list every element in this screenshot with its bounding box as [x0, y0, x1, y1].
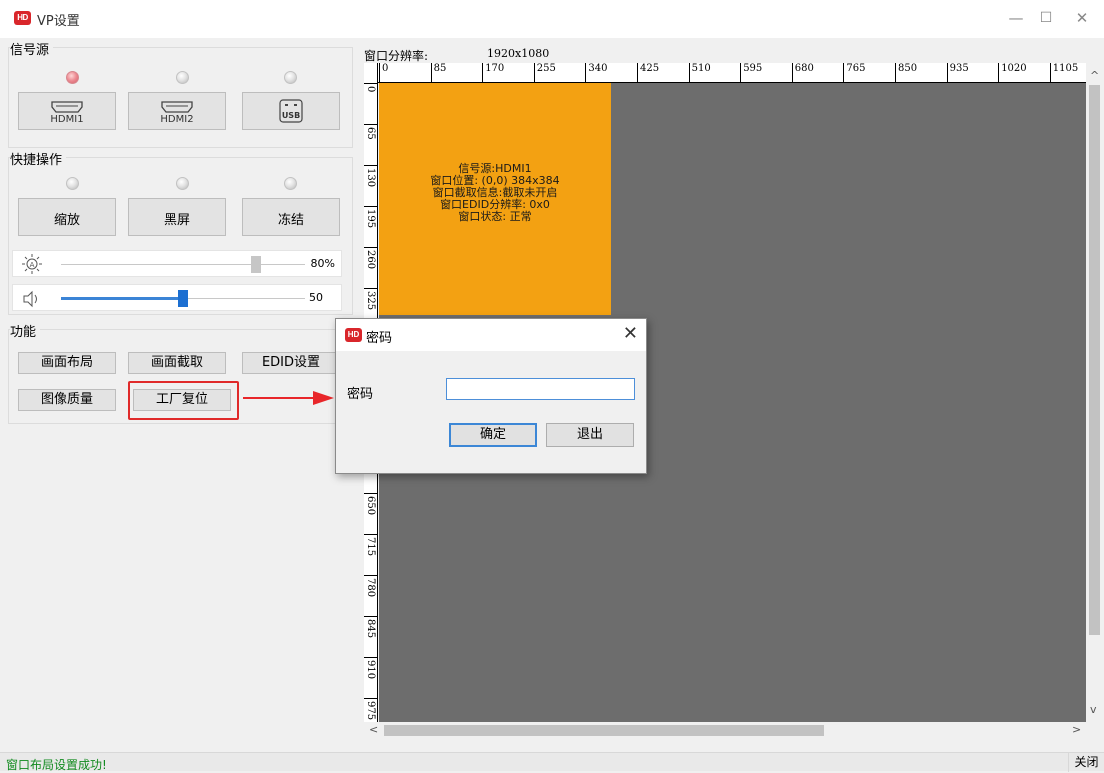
pointer-arrow-icon	[243, 391, 334, 405]
v-ruler-tick: 845	[364, 616, 378, 657]
svg-text:A: A	[30, 261, 35, 269]
h-ruler-tick: 425	[637, 63, 659, 82]
hdmi1-label: HDMI1	[50, 114, 84, 125]
factory-reset-highlight	[128, 381, 239, 420]
scroll-right-icon[interactable]: >	[1072, 723, 1081, 736]
zoom-indicator-icon	[66, 177, 79, 190]
dialog-title-bar[interactable]: HD 密码 ✕	[336, 319, 646, 351]
source-group-label: 信号源	[10, 39, 54, 58]
exit-button[interactable]: 退出	[546, 423, 634, 447]
quick-group-label: 快捷操作	[10, 149, 67, 168]
confirm-button[interactable]: 确定	[449, 423, 537, 447]
maximize-button[interactable]: ☐	[1030, 6, 1062, 30]
scroll-down-icon[interactable]: v	[1090, 703, 1097, 716]
freeze-button[interactable]: 冻结	[242, 198, 340, 236]
dialog-logo-icon: HD	[345, 328, 362, 342]
scroll-up-icon[interactable]: ^	[1090, 69, 1099, 82]
v-ruler-tick: 910	[364, 657, 378, 698]
h-ruler-tick: 765	[843, 63, 865, 82]
h-ruler-tick: 595	[740, 63, 762, 82]
v-ruler-tick: 780	[364, 575, 378, 616]
scroll-left-icon[interactable]: <	[369, 723, 378, 736]
password-input[interactable]	[446, 378, 635, 400]
brightness-value: 80%	[310, 257, 335, 270]
hdmi2-label: HDMI2	[160, 114, 194, 125]
function-group-label: 功能	[10, 321, 41, 340]
freeze-button-label: 冻结	[277, 213, 304, 228]
usb-source-button[interactable]: USB	[242, 92, 340, 130]
source-group-line	[8, 47, 353, 48]
close-button[interactable]: 关闭	[1068, 753, 1104, 772]
window-info: 信号源:HDMI1 窗口位置: (0,0) 384x384 窗口截取信息:截取未…	[379, 163, 611, 223]
h-ruler-tick: 935	[946, 63, 969, 82]
speaker-icon	[23, 290, 37, 308]
capture-button[interactable]: 画面截取	[128, 352, 226, 374]
hdmi-port-icon	[161, 101, 193, 113]
dialog-close-icon[interactable]: ✕	[623, 323, 638, 344]
h-ruler-tick: 85	[430, 63, 446, 82]
close-window-button[interactable]: ✕	[1066, 6, 1098, 30]
volume-value: 50	[309, 291, 323, 304]
vp-settings-window: HD VP设置 — ☐ ✕ 信号源 HDMI1 HDMI2 USB 快捷操作 缩…	[0, 0, 1104, 772]
volume-thumb[interactable]	[178, 290, 188, 307]
h-ruler-tick: 1105	[1049, 63, 1078, 82]
v-ruler-tick: 195	[364, 206, 378, 247]
h-ruler-tick: 340	[585, 63, 607, 82]
title-bar[interactable]: HD VP设置 — ☐ ✕	[0, 0, 1104, 38]
volume-fill	[61, 297, 183, 300]
window-title: VP设置	[37, 14, 80, 29]
auto-brightness-icon: A	[22, 254, 42, 274]
status-message: 窗口布局设置成功!	[6, 758, 107, 772]
v-ruler-tick: 0	[364, 83, 378, 124]
v-ruler-tick: 715	[364, 534, 378, 575]
image-quality-button[interactable]: 图像质量	[18, 389, 116, 411]
h-ruler-tick: 680	[791, 63, 814, 82]
usb-label: USB	[281, 111, 301, 120]
hdmi-port-icon	[51, 101, 83, 113]
function-group-line	[8, 329, 353, 330]
h-ruler-tick: 0	[379, 63, 388, 82]
app-logo-icon: HD	[14, 11, 31, 25]
v-ruler-tick: 130	[364, 165, 378, 206]
brightness-track	[61, 264, 305, 265]
vertical-scroll-thumb[interactable]	[1089, 85, 1100, 635]
v-ruler-tick: 65	[364, 124, 378, 165]
password-dialog: HD 密码 ✕ 密码 确定 退出	[335, 318, 647, 474]
blackout-button-label: 黑屏	[163, 213, 190, 228]
volume-slider[interactable]: 50	[12, 284, 342, 311]
vertical-scrollbar[interactable]: ^ v	[1086, 63, 1103, 722]
window-state: 窗口状态: 正常	[458, 210, 532, 223]
h-ruler-tick: 510	[688, 63, 711, 82]
resolution-label: 窗口分辨率:	[364, 49, 429, 63]
edid-settings-button[interactable]: EDID设置	[242, 352, 340, 374]
brightness-slider[interactable]: A 80%	[12, 250, 342, 277]
resolution-value: 1920x1080	[487, 47, 550, 60]
h-ruler-tick: 170	[482, 63, 504, 82]
usb-indicator-icon	[284, 71, 297, 84]
zoom-button[interactable]: 缩放	[18, 198, 116, 236]
blackout-button[interactable]: 黑屏	[128, 198, 226, 236]
v-ruler-tick: 260	[364, 247, 378, 288]
horizontal-scrollbar[interactable]: < >	[364, 722, 1086, 739]
minimize-button[interactable]: —	[1000, 6, 1032, 30]
horizontal-scroll-thumb[interactable]	[384, 725, 824, 736]
status-bar: 窗口布局设置成功! 关闭	[0, 752, 1104, 772]
password-label: 密码	[347, 387, 374, 402]
hdmi1-source-button[interactable]: HDMI1	[18, 92, 116, 130]
horizontal-ruler: 0 85 170 255 340 425 510 595 680 765 850 935 1020 110…	[364, 63, 1086, 83]
h-ruler-tick: 850	[895, 63, 917, 82]
h-ruler-tick: 255	[533, 63, 556, 82]
zoom-button-label: 缩放	[53, 213, 80, 228]
dialog-title: 密码	[366, 331, 393, 346]
hdmi2-indicator-icon	[176, 71, 189, 84]
brightness-thumb[interactable]	[251, 256, 262, 273]
hdmi2-source-button[interactable]: HDMI2	[128, 92, 226, 130]
blackout-indicator-icon	[176, 177, 189, 190]
freeze-indicator-icon	[284, 177, 297, 190]
v-ruler-tick: 650	[364, 493, 378, 534]
layout-button[interactable]: 画面布局	[18, 352, 116, 374]
h-ruler-tick: 1020	[998, 63, 1027, 82]
hdmi1-indicator-icon	[66, 71, 79, 84]
